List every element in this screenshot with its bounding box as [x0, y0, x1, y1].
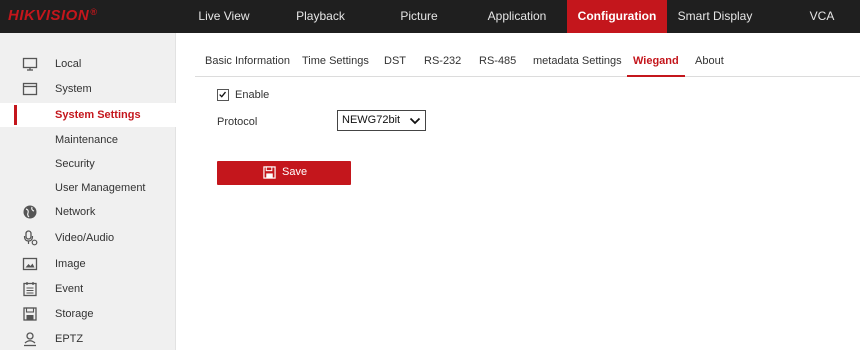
- brand-reg-mark: ®: [90, 7, 98, 17]
- sidebar-item-user-management[interactable]: User Management: [0, 176, 176, 200]
- chevron-down-icon: [409, 117, 421, 125]
- sidebar-item-label: Event: [55, 283, 84, 295]
- nav-vca[interactable]: VCA: [798, 0, 846, 33]
- protocol-select[interactable]: NEWG72bit: [337, 110, 426, 131]
- globe-icon: [23, 205, 37, 219]
- sidebar-item-security[interactable]: Security: [0, 152, 176, 176]
- floppy-disk-icon: [263, 166, 276, 179]
- image-icon: [22, 257, 38, 271]
- tab-time-settings[interactable]: Time Settings: [302, 48, 369, 76]
- sidebar-item-label: Storage: [55, 308, 94, 320]
- checkmark-icon: [219, 91, 227, 98]
- tab-rs-232[interactable]: RS-232: [424, 48, 461, 76]
- sidebar-item-label: System Settings: [55, 109, 141, 121]
- sidebar-item-local[interactable]: Local: [0, 52, 176, 76]
- sidebar-item-label: Maintenance: [55, 134, 118, 146]
- monitor-icon: [22, 57, 38, 71]
- sidebar-item-maintenance[interactable]: Maintenance: [0, 128, 176, 152]
- sidebar-item-label: EPTZ: [55, 333, 84, 345]
- sidebar-item-label: Security: [55, 158, 95, 170]
- sidebar-item-label: Image: [55, 258, 86, 270]
- nav-configuration[interactable]: Configuration: [567, 0, 667, 33]
- nav-application[interactable]: Application: [474, 0, 560, 33]
- sidebar-item-label: Local: [55, 58, 82, 70]
- sidebar-item-event[interactable]: Event: [0, 277, 176, 301]
- sidebar-item-storage[interactable]: Storage: [0, 302, 176, 326]
- system-icon: [22, 82, 38, 96]
- tab-basic-information[interactable]: Basic Information: [205, 48, 290, 76]
- sidebar-item-system-settings[interactable]: System Settings: [0, 103, 176, 127]
- tab-metadata-settings[interactable]: metadata Settings: [533, 48, 622, 76]
- settings-tabs: Basic Information Time Settings DST RS-2…: [195, 48, 860, 77]
- sidebar-item-video-audio[interactable]: Video/Audio: [0, 226, 176, 250]
- brand-logo: HIKVISION®: [8, 7, 97, 24]
- video-audio-icon: [23, 230, 38, 246]
- person-icon: [24, 332, 36, 347]
- sidebar-item-label: User Management: [55, 182, 146, 194]
- sidebar-item-eptz[interactable]: EPTZ: [0, 327, 176, 350]
- brand-name: HIKVISION: [8, 7, 90, 24]
- nav-smart-display[interactable]: Smart Display: [670, 0, 760, 33]
- tab-wiegand[interactable]: Wiegand: [627, 48, 685, 77]
- save-button-label: Save: [282, 166, 308, 178]
- tab-dst[interactable]: DST: [384, 48, 406, 76]
- calendar-icon: [23, 282, 37, 297]
- nav-live-view[interactable]: Live View: [184, 0, 264, 33]
- sidebar-item-image[interactable]: Image: [0, 252, 176, 276]
- enable-checkbox[interactable]: [217, 89, 229, 101]
- sidebar-item-label: Network: [55, 206, 96, 218]
- sidebar: Local System System Settings Maintenance…: [0, 33, 176, 350]
- sidebar-item-network[interactable]: Network: [0, 200, 176, 224]
- tab-about[interactable]: About: [695, 48, 724, 76]
- tab-rs-485[interactable]: RS-485: [479, 48, 516, 76]
- nav-picture[interactable]: Picture: [384, 0, 454, 33]
- protocol-select-value: NEWG72bit: [342, 114, 401, 126]
- enable-label: Enable: [235, 89, 270, 101]
- nav-playback[interactable]: Playback: [283, 0, 358, 33]
- sidebar-item-label: Video/Audio: [55, 232, 115, 244]
- save-button[interactable]: Save: [217, 161, 351, 185]
- top-navigation-bar: HIKVISION® Live View Playback Picture Ap…: [0, 0, 860, 33]
- protocol-label: Protocol: [217, 116, 258, 128]
- sidebar-item-system[interactable]: System: [0, 77, 176, 101]
- sidebar-item-label: System: [55, 83, 92, 95]
- storage-icon: [23, 307, 37, 321]
